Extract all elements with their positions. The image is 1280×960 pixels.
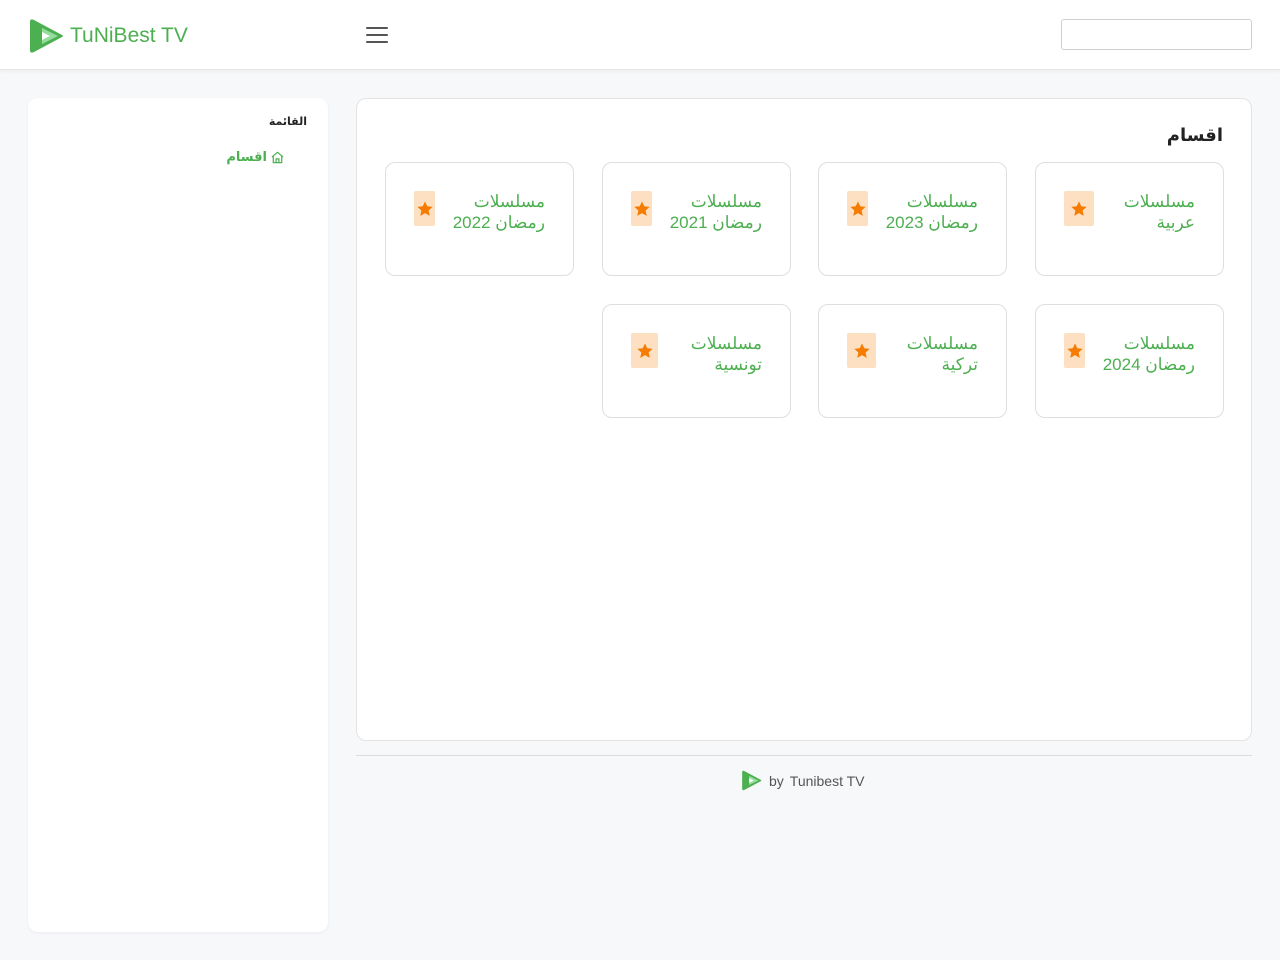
footer-divider [356, 755, 1252, 756]
category-label: مسلسلات رمضان 2022 [452, 192, 545, 232]
play-logo-icon [742, 770, 762, 791]
star-icon [631, 333, 658, 368]
category-label: مسلسلات عربية [1123, 192, 1195, 232]
category-label: مسلسلات تونسية [690, 334, 762, 374]
footer: by Tunibest TV [741, 770, 865, 791]
category-card[interactable]: مسلسلات رمضان 2022 [385, 162, 574, 276]
home-icon [271, 151, 284, 164]
category-label: مسلسلات رمضان 2024 [1102, 334, 1195, 374]
brand-logo-link[interactable]: TuNiBest TV [28, 18, 188, 54]
sidebar-item-categories[interactable]: اقسام [226, 150, 285, 165]
play-logo-icon [30, 19, 63, 53]
star-icon [1064, 191, 1094, 226]
category-card[interactable]: مسلسلات تركية [818, 304, 1007, 418]
category-card[interactable]: مسلسلات رمضان 2024 [1035, 304, 1224, 418]
page-title: اقسام [1166, 125, 1223, 146]
top-header: TuNiBest TV [0, 0, 1280, 70]
category-card[interactable]: مسلسلات تونسية [602, 304, 791, 418]
categories-panel: اقسام مسلسلات عربية مسلسلات رمضان 2023 م… [356, 98, 1252, 741]
sidebar-item-label: اقسام [226, 150, 267, 165]
category-label: مسلسلات رمضان 2023 [885, 192, 978, 232]
sidebar-title: القائمة [268, 115, 307, 128]
category-label: مسلسلات تركية [906, 334, 978, 374]
menu-toggle-icon[interactable] [366, 27, 388, 45]
search-input[interactable] [1061, 19, 1252, 50]
star-icon [847, 191, 868, 226]
sidebar: القائمة اقسام [28, 98, 328, 932]
footer-by-text: by [769, 772, 784, 789]
brand-name: TuNiBest TV [70, 24, 188, 47]
star-icon [631, 191, 652, 226]
star-icon [847, 333, 876, 368]
star-icon [414, 191, 435, 226]
category-card[interactable]: مسلسلات رمضان 2021 [602, 162, 791, 276]
footer-brand-text: Tunibest TV [789, 772, 865, 789]
category-card[interactable]: مسلسلات رمضان 2023 [818, 162, 1007, 276]
category-label: مسلسلات رمضان 2021 [669, 192, 762, 232]
category-card[interactable]: مسلسلات عربية [1035, 162, 1224, 276]
star-icon [1064, 333, 1085, 368]
